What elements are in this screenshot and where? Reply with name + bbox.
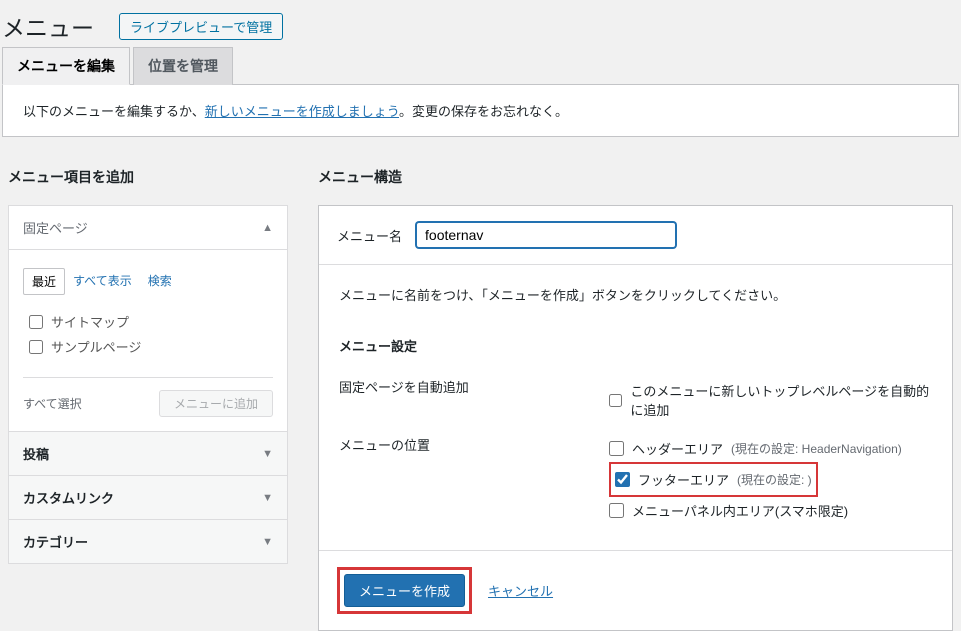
panel-pages-label: 固定ページ	[23, 218, 88, 237]
select-all-link[interactable]: すべて選択	[23, 395, 82, 412]
auto-add-label: 固定ページを自動追加	[339, 377, 609, 396]
caret-up-icon: ▲	[262, 222, 273, 234]
create-new-menu-link[interactable]: 新しいメニューを作成しましょう	[205, 104, 399, 119]
caret-down-icon: ▼	[262, 536, 273, 548]
location-panel-checkbox[interactable]	[609, 503, 624, 518]
panel-categories-label: カテゴリー	[23, 532, 88, 551]
add-to-menu-button[interactable]: メニューに追加	[159, 390, 273, 417]
panel-posts-label: 投稿	[23, 444, 49, 463]
live-preview-button[interactable]: ライブプレビューで管理	[119, 13, 283, 40]
caret-down-icon: ▼	[262, 492, 273, 504]
create-menu-button[interactable]: メニューを作成	[344, 574, 465, 607]
location-header[interactable]: ヘッダーエリア (現在の設定: HeaderNavigation)	[609, 435, 902, 462]
panel-custom-links-header[interactable]: カスタムリンク ▼	[9, 475, 287, 519]
menu-settings-title: メニュー設定	[339, 336, 932, 355]
panel-pages-header[interactable]: 固定ページ ▲	[9, 206, 287, 249]
page-item-sample[interactable]: サンプルページ	[29, 334, 273, 359]
location-panel[interactable]: メニューパネル内エリア(スマホ限定)	[609, 497, 902, 524]
cancel-link[interactable]: キャンセル	[488, 581, 553, 600]
page-item-sitemap[interactable]: サイトマップ	[29, 309, 273, 334]
location-footer-note: (現在の設定: )	[737, 471, 812, 488]
caret-down-icon: ▼	[262, 448, 273, 460]
panel-custom-links-label: カスタムリンク	[23, 488, 114, 507]
location-header-label: ヘッダーエリア	[632, 439, 723, 458]
add-items-title: メニュー項目を追加	[8, 167, 288, 187]
page-checkbox-sample[interactable]	[29, 340, 43, 354]
location-panel-label: メニューパネル内エリア(スマホ限定)	[632, 501, 848, 520]
location-header-note: (現在の設定: HeaderNavigation)	[731, 440, 902, 457]
page-label-sample: サンプルページ	[51, 337, 141, 356]
auto-add-item[interactable]: このメニューに新しいトップレベルページを自動的に追加	[609, 377, 932, 423]
auto-add-checkbox[interactable]	[609, 393, 622, 408]
tab-edit-menus[interactable]: メニューを編集	[2, 47, 130, 85]
info-suffix: 。変更の保存をお忘れなく。	[399, 104, 568, 119]
subtab-all[interactable]: すべて表示	[65, 268, 140, 295]
menu-structure-title: メニュー構造	[318, 167, 953, 187]
tab-manage-locations[interactable]: 位置を管理	[133, 47, 233, 85]
location-footer-label: フッターエリア	[638, 470, 729, 489]
location-footer-checkbox[interactable]	[615, 472, 630, 487]
menu-name-input[interactable]	[416, 222, 676, 248]
subtab-search[interactable]: 検索	[140, 268, 180, 295]
page-label-sitemap: サイトマップ	[51, 312, 129, 331]
panel-categories-header[interactable]: カテゴリー ▼	[9, 519, 287, 563]
info-prefix: 以下のメニューを編集するか、	[23, 104, 205, 119]
panel-posts-header[interactable]: 投稿 ▼	[9, 431, 287, 475]
page-checkbox-sitemap[interactable]	[29, 315, 43, 329]
location-footer[interactable]: フッターエリア (現在の設定: )	[615, 466, 812, 493]
info-message: 以下のメニューを編集するか、新しいメニューを作成しましょう。変更の保存をお忘れな…	[2, 85, 959, 137]
menu-location-label: メニューの位置	[339, 435, 609, 454]
location-header-checkbox[interactable]	[609, 441, 624, 456]
location-footer-highlight: フッターエリア (現在の設定: )	[609, 462, 818, 497]
subtab-recent[interactable]: 最近	[23, 268, 65, 295]
auto-add-text: このメニューに新しいトップレベルページを自動的に追加	[630, 381, 932, 419]
create-button-highlight: メニューを作成	[337, 567, 472, 614]
menu-name-label: メニュー名	[337, 226, 402, 245]
page-title: メニュー	[2, 9, 104, 43]
menu-instruction: メニューに名前をつけ、「メニューを作成」ボタンをクリックしてください。	[339, 285, 932, 304]
